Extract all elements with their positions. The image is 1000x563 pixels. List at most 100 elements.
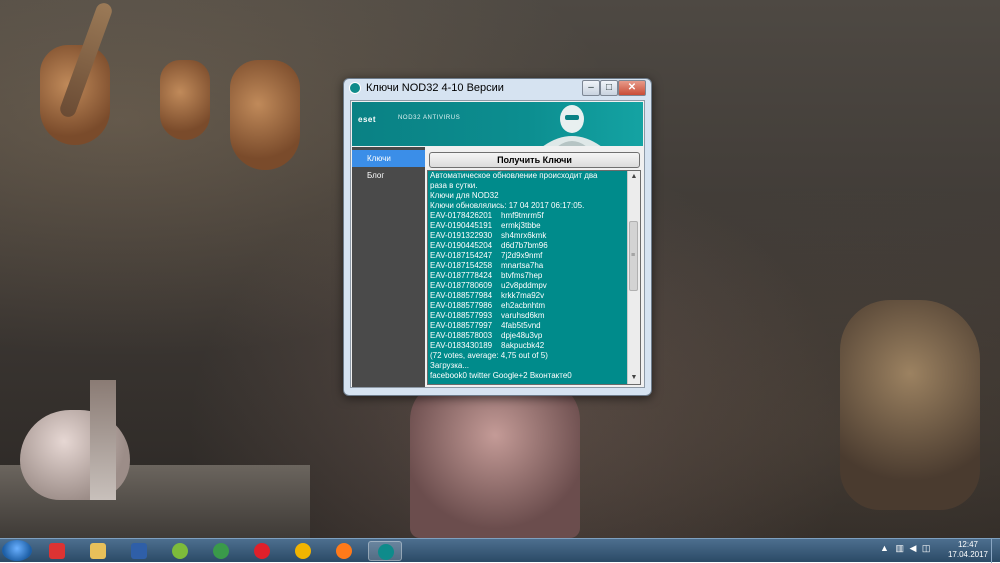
key-row: EAV-0187778424 btvfms7hep [430,271,626,281]
key-row: EAV-0188577997 4fab5t5vnd [430,321,626,331]
taskbar-nod32-app-button[interactable] [368,541,402,561]
chrome-icon [295,543,311,559]
key-id: EAV-0178426201 [430,211,493,220]
key-row: EAV-0190445204 d6d7b7bm96 [430,241,626,251]
key-value: u2v8pddmpv [501,281,547,290]
vertical-scrollbar[interactable]: ▲ ≡ ▼ [627,171,640,384]
sidebar-item-keys[interactable]: Ключи [352,150,425,167]
key-id: EAV-0188577993 [430,311,493,320]
key-value: eh2acbnhtm [501,301,546,310]
key-id: EAV-0188578003 [430,331,493,340]
app-window: Ключи NOD32 4-10 Версии – □ ✕ eset NOD32… [343,78,652,396]
key-value: 7j2d9x9nmf [501,251,543,260]
key-id: EAV-0191322930 [430,231,493,240]
taskbar-globe-button[interactable] [204,541,238,561]
taskbar-opera-button[interactable] [245,541,279,561]
tray-expand-icon[interactable]: ▲ [880,543,889,553]
keys-text-content: Автоматическое обновление происходит два… [430,171,626,381]
scroll-down-arrow-icon[interactable]: ▼ [628,372,640,384]
network-icon[interactable]: ▥ [895,543,904,553]
sidebar-item-blog[interactable]: Блог [352,167,425,184]
scroll-thumb[interactable]: ≡ [629,221,638,291]
cat [840,300,980,510]
taskbar-virtualbox-button[interactable] [122,541,156,561]
clock[interactable]: 12:47 17.04.2017 [945,540,991,560]
firefox-icon [336,543,352,559]
key-id: EAV-0187778424 [430,271,493,280]
opera-icon [254,543,270,559]
key-row: EAV-0188577986 eh2acbnhtm [430,301,626,311]
intro-line: Ключи для NOD32 [430,191,499,200]
taskbar-chrome-button[interactable] [286,541,320,561]
mail-icon [49,543,65,559]
intro-line: Автоматическое обновление происходит два [430,171,598,180]
key-value: varuhsd6km [501,311,545,320]
product-name: NOD32 ANTIVIRUS [398,115,461,121]
keys-textbox[interactable]: Автоматическое обновление происходит два… [427,170,641,385]
key-id: EAV-0188577997 [430,321,493,330]
hanging-pan-right [230,60,300,170]
key-value: dpje48u3vp [501,331,543,340]
taskbar-green-app-button[interactable] [163,541,197,561]
key-row: EAV-0188577993 varuhsd6km [430,311,626,321]
votes-line: (72 votes, average: 4,75 out of 5) [430,351,548,360]
key-row: EAV-0191322930 sh4mrx6kmk [430,231,626,241]
key-row: EAV-0183430189 8akpucbk42 [430,341,626,351]
key-value: btvfms7hep [501,271,543,280]
virtualbox-icon [131,543,147,559]
key-value: sh4mrx6kmk [501,231,547,240]
knife [90,380,116,500]
key-row: EAV-0187154258 mnartsa7ha [430,261,626,271]
get-keys-button[interactable]: Получить Ключи [429,152,640,168]
sidebar-nav: Ключи Блог [352,147,425,387]
minimize-button[interactable]: – [582,80,600,96]
green-app-icon [172,543,188,559]
key-id: EAV-0188577984 [430,291,493,300]
key-row: EAV-0187780609 u2v8pddmpv [430,281,626,291]
key-id: EAV-0190445191 [430,221,493,230]
maximize-button[interactable]: □ [600,80,618,96]
volume-icon[interactable]: ◀ [909,543,916,553]
key-id: EAV-0187780609 [430,281,493,290]
key-value: ermkj3tbbe [501,221,541,230]
loading-line: Загрузка... [430,361,470,370]
taskbar-firefox-button[interactable] [327,541,361,561]
key-id: EAV-0187154247 [430,251,493,260]
window-client: eset NOD32 ANTIVIRUS Ключи Блог Получить… [350,100,645,388]
key-value: mnartsa7ha [501,261,544,270]
show-desktop-button[interactable] [991,539,1000,563]
language-icon[interactable]: ◫ [922,543,931,553]
taskbar-mail-button[interactable] [40,541,74,561]
robot-image [543,105,601,146]
key-row: EAV-0188578003 dpje48u3vp [430,331,626,341]
social-line: facebook0 twitter Google+2 Вконтакте0 [430,371,572,380]
app-icon [349,82,361,94]
close-button[interactable]: ✕ [618,80,646,96]
taskbar-explorer-button[interactable] [81,541,115,561]
key-row: EAV-0178426201 hmf9tmrm5f [430,211,626,221]
hanging-ladle [160,60,210,140]
key-row: EAV-0188577984 krkk7ma92v [430,291,626,301]
nod32-app-icon [378,544,394,560]
key-row: EAV-0187154247 7j2d9x9nmf [430,251,626,261]
key-value: 4fab5t5vnd [501,321,541,330]
taskbar: ▲ ▥ ◀ ◫ 12:47 17.04.2017 [0,538,1000,563]
key-value: hmf9tmrm5f [501,211,544,220]
scroll-up-arrow-icon[interactable]: ▲ [628,171,640,183]
start-button[interactable] [2,540,32,561]
key-value: krkk7ma92v [501,291,545,300]
title-bar[interactable]: Ключи NOD32 4-10 Версии – □ ✕ [344,79,651,99]
system-tray: ▲ ▥ ◀ ◫ [880,543,930,554]
key-id: EAV-0190445204 [430,241,493,250]
figure [410,380,580,538]
key-value: d6d7b7bm96 [501,241,548,250]
intro-line: раза в сутки. [430,181,478,190]
keys-list: EAV-0178426201 hmf9tmrm5f EAV-0190445191 er… [430,211,626,351]
key-value: 8akpucbk42 [501,341,545,350]
key-id: EAV-0187154258 [430,261,493,270]
eset-banner: eset NOD32 ANTIVIRUS [352,102,643,146]
intro-line: Ключи обновлялись: 17 04 2017 06:17:05. [430,201,585,210]
key-row: EAV-0190445191 ermkj3tbbe [430,221,626,231]
clock-date: 17.04.2017 [947,550,989,559]
key-id: EAV-0188577986 [430,301,493,310]
